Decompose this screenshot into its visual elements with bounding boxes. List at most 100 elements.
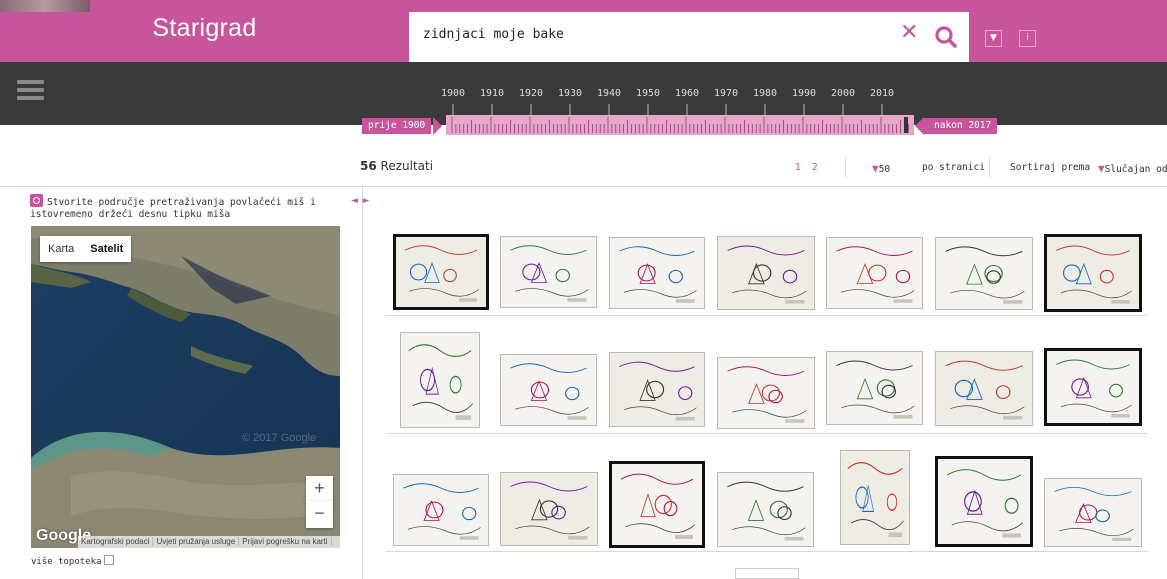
more-layers-option[interactable]: više topoteka	[31, 555, 115, 567]
close-icon[interactable]: ✕	[900, 20, 918, 45]
embroidery-drawing	[1047, 237, 1139, 309]
result-thumbnail[interactable]	[717, 236, 815, 310]
result-thumbnail[interactable]	[609, 237, 705, 309]
map-type-map[interactable]: Karta	[40, 236, 82, 262]
embroidery-drawing	[827, 352, 922, 424]
per-page-label: po stranici	[922, 162, 985, 173]
result-thumbnail[interactable]	[500, 472, 598, 546]
embroidery-drawing	[394, 475, 488, 545]
year-label: 2010	[869, 88, 895, 99]
result-thumbnail[interactable]	[400, 332, 480, 428]
result-thumbnail[interactable]	[935, 351, 1033, 426]
satellite-map[interactable]	[31, 226, 340, 548]
row-divider	[386, 315, 1148, 316]
divider	[845, 156, 846, 178]
report-error-link[interactable]: Prijavi pogrešku na karti	[239, 537, 332, 546]
site-title[interactable]: Starigrad	[0, 14, 409, 43]
search-icon[interactable]	[933, 24, 959, 50]
sort-select[interactable]: ▼Slučajan odabir	[1098, 162, 1167, 175]
year-label: 1970	[713, 88, 739, 99]
results-count: 56 Rezultati	[360, 159, 433, 173]
timeline-ruler[interactable]	[446, 115, 914, 135]
map-watermark: © 2017 Google	[242, 432, 317, 444]
dropdown-button[interactable]: ▼	[985, 30, 1002, 47]
result-thumbnail[interactable]	[500, 236, 597, 308]
result-thumbnail[interactable]	[840, 450, 910, 545]
result-thumbnail[interactable]	[393, 234, 489, 310]
result-thumbnail[interactable]	[717, 472, 814, 547]
divider	[989, 156, 990, 178]
result-thumbnail[interactable]	[826, 351, 923, 425]
embroidery-drawing	[610, 238, 704, 308]
embroidery-drawing	[501, 473, 597, 545]
before-1900-handle[interactable]: prije 1900	[362, 118, 432, 134]
panel-divider	[362, 187, 363, 579]
embroidery-drawing	[396, 237, 486, 307]
year-label: 1920	[518, 88, 544, 99]
dropdown-triangle-icon: ▼	[1098, 162, 1105, 175]
result-thumbnail[interactable]	[609, 461, 705, 548]
embroidery-drawing	[936, 352, 1032, 425]
year-label: 1940	[596, 88, 622, 99]
info-button[interactable]: i	[1019, 30, 1036, 47]
hamburger-menu-icon[interactable]	[17, 80, 44, 100]
embroidery-drawing	[827, 238, 922, 308]
result-thumbnail[interactable]	[1044, 234, 1142, 312]
before-arrow-icon[interactable]	[433, 117, 442, 135]
per-page-select[interactable]: ▼50	[872, 162, 890, 175]
embroidery-drawing	[841, 451, 909, 544]
embroidery-drawing	[718, 237, 814, 309]
embroidery-drawing	[936, 238, 1032, 309]
result-thumbnail[interactable]	[393, 474, 489, 546]
page-link-1[interactable]: 1	[795, 162, 801, 173]
result-thumbnail[interactable]	[935, 456, 1033, 547]
embroidery-drawing	[501, 237, 596, 307]
map-footer: Kartografski podaci Uvjeti pružanja uslug…	[78, 536, 340, 548]
year-label: 1980	[752, 88, 778, 99]
results-label: Rezultati	[380, 159, 434, 173]
area-hint-text: Stvorite područje pretraživanja povlačeć…	[30, 197, 316, 220]
dropdown-triangle-icon: ▼	[872, 162, 879, 175]
timeline-major-ticks	[452, 104, 883, 116]
year-label: 1930	[557, 88, 583, 99]
row-divider	[386, 551, 1148, 552]
after-arrow-icon[interactable]	[915, 117, 924, 135]
partial-result-thumbnail[interactable]	[735, 568, 799, 579]
more-layers-checkbox[interactable]	[104, 555, 115, 565]
more-layers-label: više topoteka	[31, 557, 102, 567]
results-number: 56	[360, 159, 377, 173]
panel-collapse-toggle[interactable]: ◄ ►	[351, 196, 371, 206]
embroidery-drawing	[610, 353, 704, 426]
map-type-satellite[interactable]: Satelit	[82, 236, 131, 262]
embroidery-drawing	[501, 355, 596, 425]
embroidery-drawing	[718, 358, 814, 428]
area-search-hint: Stvorite područje pretraživanja povlačeć…	[30, 194, 350, 221]
target-icon[interactable]	[30, 194, 43, 207]
timeline-ticks	[451, 117, 909, 133]
result-thumbnail[interactable]	[500, 354, 597, 426]
embroidery-drawing	[612, 464, 702, 545]
page-link-2[interactable]: 2	[812, 162, 818, 173]
year-label: 1950	[635, 88, 661, 99]
row-divider	[386, 433, 1148, 434]
year-label: 1910	[479, 88, 505, 99]
embroidery-drawing	[401, 333, 479, 427]
map-data-link[interactable]: Kartografski podaci	[78, 537, 154, 546]
result-thumbnail[interactable]	[935, 237, 1033, 310]
result-thumbnail[interactable]	[609, 352, 705, 427]
search-input[interactable]	[423, 27, 893, 42]
per-page-value: 50	[878, 164, 891, 175]
year-label: 1960	[674, 88, 700, 99]
year-label: 1990	[791, 88, 817, 99]
zoom-in-button[interactable]: +	[306, 476, 333, 503]
sort-value: Slučajan odabir	[1104, 164, 1167, 175]
year-label: 2000	[830, 88, 856, 99]
map-imagery	[31, 226, 340, 548]
result-thumbnail[interactable]	[826, 237, 923, 309]
result-thumbnail[interactable]	[717, 357, 815, 429]
result-thumbnail[interactable]	[1044, 478, 1142, 547]
after-2017-handle[interactable]: nakon 2017	[924, 118, 998, 134]
result-thumbnail[interactable]	[1044, 348, 1142, 426]
zoom-out-button[interactable]: −	[306, 501, 333, 528]
terms-link[interactable]: Uvjeti pružanja usluge	[153, 537, 240, 546]
